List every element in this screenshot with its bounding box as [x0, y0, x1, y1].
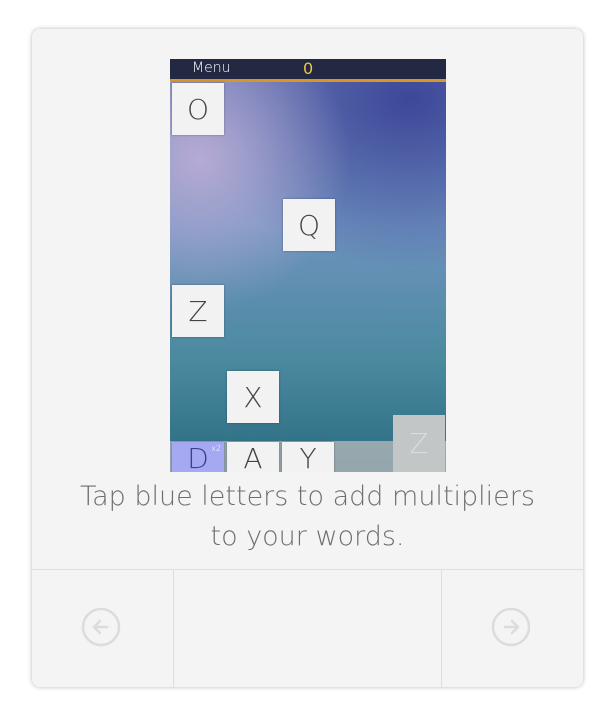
next-cell — [442, 570, 583, 687]
tutorial-card: Menu 0 O Q Z X Z D x2 A Y Tap blue lette… — [32, 29, 583, 687]
tutorial-footer — [32, 569, 583, 687]
next-tile-preview: Z — [393, 415, 445, 472]
word-tile[interactable]: A — [227, 442, 279, 472]
game-top-bar: Menu 0 — [170, 59, 446, 82]
caption-line: to your words. — [210, 521, 405, 552]
board-tile[interactable]: Q — [283, 199, 335, 251]
word-tile-multiplier[interactable]: D x2 — [172, 442, 224, 472]
tutorial-caption: Tap blue letters to add multipliers to y… — [32, 477, 583, 557]
caption-line: Tap blue letters to add multipliers — [80, 481, 535, 512]
board-tile[interactable]: O — [172, 83, 224, 135]
game-screenshot: Menu 0 O Q Z X Z D x2 A Y — [170, 59, 446, 472]
board-tile[interactable]: X — [227, 371, 279, 423]
arrow-right-circle-icon[interactable] — [490, 606, 532, 648]
footer-spacer — [174, 570, 442, 687]
prev-cell — [32, 570, 174, 687]
score-counter: 0 — [303, 59, 314, 78]
menu-button[interactable]: Menu — [192, 60, 230, 76]
board-tile[interactable]: Z — [172, 285, 224, 337]
multiplier-badge: x2 — [211, 444, 221, 453]
word-tile[interactable]: Y — [282, 442, 334, 472]
arrow-left-circle-icon[interactable] — [80, 606, 122, 648]
word-tile-letter: D — [187, 442, 209, 472]
